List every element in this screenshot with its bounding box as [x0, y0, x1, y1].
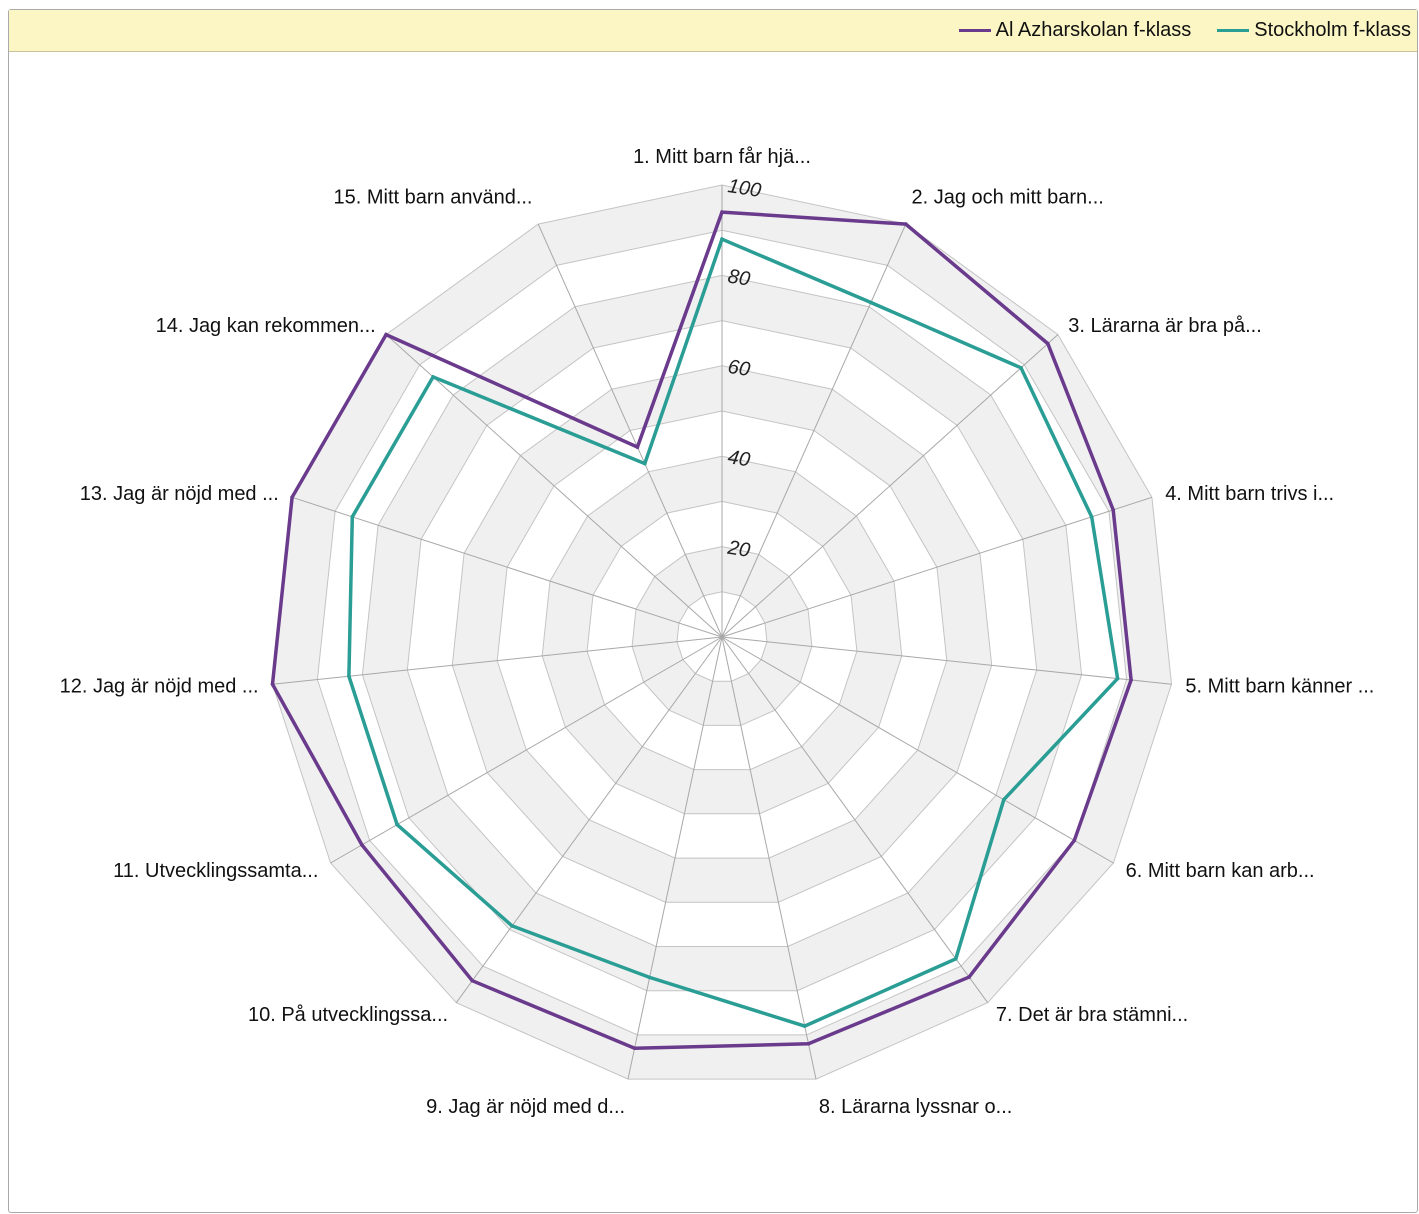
axis-label-2: 2. Jag och mitt barn... [912, 186, 1104, 208]
axis-label-7: 7. Det är bra stämni... [996, 1004, 1188, 1026]
series-2-point [643, 461, 647, 466]
axis-label-11: 11. Utvecklingssamta... [113, 860, 318, 882]
series-2-point [395, 822, 399, 827]
axis-label-13: 13. Jag är nöjd med ... [80, 483, 279, 505]
series-2-point [347, 674, 351, 678]
axis-label-5: 5. Mitt barn känner ... [1185, 676, 1374, 698]
series-2-point [350, 515, 355, 519]
axis-label-1: 1. Mitt barn får hjä... [633, 146, 811, 168]
series-1-point [806, 1042, 811, 1046]
axis-label-6: 6. Mitt barn kan arb... [1126, 860, 1315, 882]
series-2-point [431, 375, 435, 379]
series-2-point [869, 300, 873, 305]
axis-label-15: 15. Mitt barn använd... [333, 186, 532, 208]
series-1-point [360, 843, 364, 847]
series-1-point [635, 445, 640, 449]
series-2-point [647, 975, 652, 980]
series-2-point [1089, 515, 1094, 519]
series-1-point [632, 1046, 637, 1050]
series-1-point [1111, 508, 1115, 512]
series-2-point [1002, 797, 1006, 802]
series-1-point [290, 495, 294, 500]
series-1-point [904, 222, 908, 226]
radar-chart: 20406080100 1. Mitt barn får hjä...2. Ja… [60, 146, 1375, 1118]
series-2-point [1019, 366, 1023, 370]
axis-label-3: 3. Lärarna är bra på... [1068, 315, 1261, 337]
series-1-point [1046, 341, 1050, 346]
axis-label-14: 14. Jag kan rekommen... [156, 315, 376, 337]
series-1-point [967, 975, 971, 979]
axis-label-9: 9. Jag är nöjd med d... [426, 1096, 625, 1118]
series-2-point [1115, 676, 1120, 681]
series-1-point [384, 332, 388, 337]
series-1-point [270, 682, 275, 686]
series-2-point [802, 1024, 807, 1028]
series-1-point [720, 210, 724, 214]
tick-label: 40 [726, 446, 751, 471]
tick-label: 20 [725, 537, 751, 562]
series-2-point [510, 924, 514, 928]
tick-label: 80 [726, 265, 751, 290]
axis-label-4: 4. Mitt barn trivs i... [1165, 483, 1334, 505]
series-2-point [720, 237, 724, 241]
series-1-point [1129, 678, 1133, 682]
axis-label-10: 10. På utvecklingssa... [248, 1004, 448, 1026]
series-2-point [954, 957, 958, 961]
series-1-point [1072, 838, 1077, 843]
axis-label-8: 8. Lärarna lyssnar o... [819, 1096, 1012, 1118]
series-1-point [470, 978, 475, 983]
axis-label-12: 12. Jag är nöjd med ... [60, 676, 259, 698]
tick-label: 60 [726, 356, 751, 381]
